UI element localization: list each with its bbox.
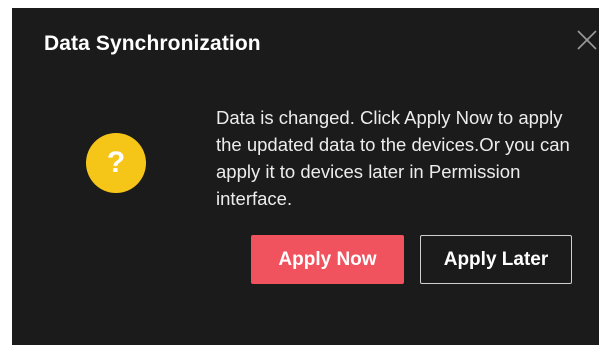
dialog-message: Data is changed. Click Apply Now to appl… (216, 107, 570, 209)
apply-now-button[interactable]: Apply Now (251, 235, 404, 284)
close-icon[interactable] (575, 28, 599, 52)
apply-later-button[interactable]: Apply Later (420, 235, 572, 284)
question-icon: ? (86, 133, 146, 193)
data-synchronization-dialog: Data Synchronization ? Data is changed. … (12, 8, 599, 345)
dialog-title: Data Synchronization (44, 32, 261, 55)
